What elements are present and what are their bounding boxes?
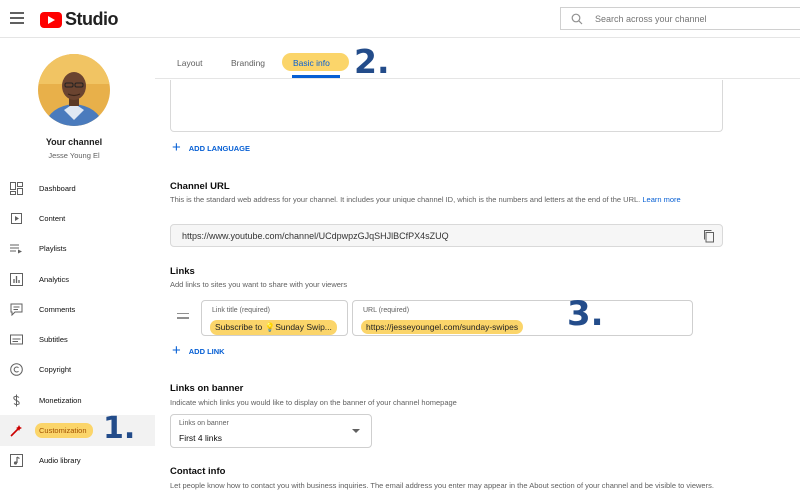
audio-library-icon <box>9 454 23 468</box>
monetization-icon <box>9 393 23 407</box>
sidebar-item-customization[interactable]: Customization 1. <box>0 411 155 446</box>
channel-name: Jesse Young El <box>48 151 100 160</box>
sidebar-item-analytics[interactable]: Analytics <box>0 264 155 294</box>
sidebar-item-label: Analytics <box>39 274 70 284</box>
customization-icon <box>9 424 23 438</box>
add-language-button[interactable]: + ADD LANGUAGE <box>172 139 251 156</box>
sidebar-item-label: Subtitles <box>39 335 68 345</box>
studio-logo[interactable]: Studio <box>40 9 119 30</box>
logo-text: Studio <box>65 9 119 29</box>
links-title: Links <box>170 266 195 277</box>
link-title-field[interactable]: Link title (required) Subscribe to 💡Sund… <box>201 300 348 336</box>
add-link-label: ADD LINK <box>188 346 225 356</box>
contact-info-description: Let people know how to contact you with … <box>170 481 714 490</box>
top-header: Studio <box>0 0 800 38</box>
links-description: Add links to sites you want to share wit… <box>170 280 348 289</box>
links-on-banner-select-value: First 4 links <box>179 433 222 443</box>
comments-icon <box>9 302 23 316</box>
active-tab-indicator <box>292 75 340 78</box>
your-channel-label: Your channel <box>45 137 103 147</box>
links-on-banner-select-label: Links on banner <box>179 420 229 427</box>
dropdown-arrow-icon <box>352 429 360 433</box>
sidebar-item-label: Playlists <box>39 244 67 254</box>
links-on-banner-title: Links on banner <box>170 383 244 394</box>
sidebar-item-label: Customization <box>35 423 93 439</box>
step-1-annotation: 1. <box>103 411 136 447</box>
playlists-icon <box>9 242 23 256</box>
copyright-icon <box>9 363 23 377</box>
plus-icon: + <box>172 139 181 156</box>
sidebar-item-comments[interactable]: Comments <box>0 294 155 324</box>
avatar-image <box>38 54 110 126</box>
copy-icon[interactable] <box>702 229 716 243</box>
sidebar-item-label: Monetization <box>39 395 82 405</box>
content-icon <box>9 211 23 225</box>
customization-tabs: Layout Branding Basic info 2. <box>155 39 800 81</box>
step-2-annotation: 2. <box>354 42 390 81</box>
dashboard-icon <box>9 181 23 195</box>
sidebar: Your channel Jesse Young El Dashboard Co… <box>0 39 155 500</box>
link-url-label: URL (required) <box>363 307 410 314</box>
youtube-logo-icon <box>40 11 62 28</box>
plus-icon: + <box>172 342 181 359</box>
subtitles-icon <box>9 333 23 347</box>
step-3-annotation: 3. <box>567 294 604 334</box>
sidebar-item-audio-library[interactable]: Audio library <box>0 446 155 476</box>
link-title-label: Link title (required) <box>212 307 270 314</box>
link-url-input[interactable]: https://jesseyoungel.com/sunday-swipes <box>361 320 524 334</box>
tab-layout[interactable]: Layout <box>177 58 203 68</box>
links-on-banner-select[interactable]: Links on banner First 4 links <box>170 414 372 448</box>
sidebar-item-subtitles[interactable]: Subtitles <box>0 324 155 354</box>
sidebar-item-label: Copyright <box>39 365 72 375</box>
links-on-banner-description: Indicate which links you would like to d… <box>170 398 457 407</box>
sidebar-item-dashboard[interactable]: Dashboard <box>0 173 155 203</box>
search-bar[interactable] <box>560 7 800 30</box>
sidebar-item-label: Content <box>39 213 66 223</box>
channel-url-desc-text: This is the standard web address for you… <box>170 195 641 204</box>
sidebar-item-label: Comments <box>39 304 76 314</box>
channel-url-value: https://www.youtube.com/channel/UCdpwpzG… <box>182 231 449 241</box>
channel-url-field[interactable]: https://www.youtube.com/channel/UCdpwpzG… <box>170 224 723 247</box>
search-input[interactable] <box>595 13 775 24</box>
link-title-input[interactable]: Subscribe to 💡Sunday Swip... <box>210 320 337 335</box>
analytics-icon <box>9 272 23 286</box>
learn-more-link[interactable]: Learn more <box>642 195 680 204</box>
add-language-label: ADD LANGUAGE <box>188 143 251 153</box>
sidebar-item-label: Audio library <box>39 456 81 466</box>
sidebar-item-playlists[interactable]: Playlists <box>0 234 155 264</box>
drag-handle-icon[interactable] <box>177 313 189 321</box>
channel-url-description: This is the standard web address for you… <box>170 194 715 206</box>
sidebar-nav: Dashboard Content Playlists Analytics Co… <box>0 173 155 476</box>
basic-info-panel: + ADD LANGUAGE Channel URL This is the s… <box>155 80 800 500</box>
sidebar-item-label: Dashboard <box>39 183 76 193</box>
search-icon <box>571 13 583 24</box>
contact-info-title: Contact info <box>170 466 226 477</box>
sidebar-item-copyright[interactable]: Copyright <box>0 355 155 385</box>
avatar[interactable] <box>38 54 110 126</box>
add-link-button[interactable]: + ADD LINK <box>172 342 225 359</box>
menu-icon[interactable] <box>10 12 24 24</box>
channel-url-title: Channel URL <box>170 181 230 192</box>
sidebar-item-content[interactable]: Content <box>0 203 155 233</box>
link-url-field[interactable]: URL (required) https://jesseyoungel.com/… <box>352 300 693 336</box>
tab-basic-info[interactable]: Basic info <box>293 58 330 68</box>
description-textbox[interactable] <box>170 80 723 132</box>
tab-branding[interactable]: Branding <box>231 58 265 68</box>
